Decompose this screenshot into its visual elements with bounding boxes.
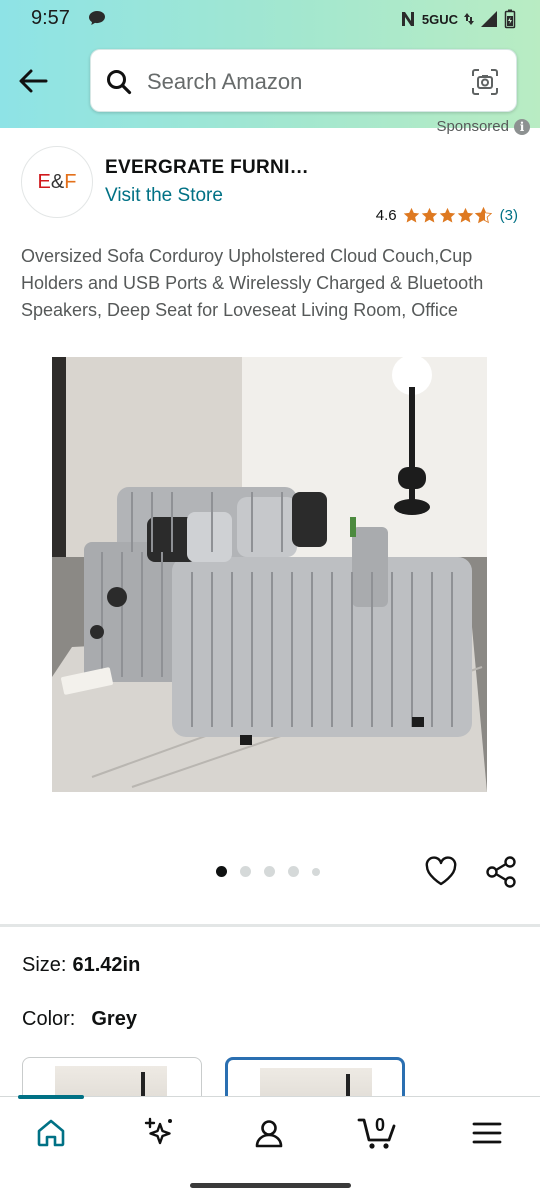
star-icon xyxy=(457,207,473,223)
menu-icon[interactable] xyxy=(472,1120,502,1146)
sponsored-label[interactable]: Sponsored i xyxy=(436,118,530,135)
heart-icon[interactable] xyxy=(424,855,458,889)
nav-rufus[interactable] xyxy=(139,1113,179,1153)
brand-logo[interactable]: E & F xyxy=(21,146,93,218)
product-page: 9:57 5GUC Search Amazon Sponsored i E & F … xyxy=(0,0,540,1204)
nav-home[interactable] xyxy=(31,1113,71,1153)
home-icon[interactable] xyxy=(35,1117,67,1149)
star-rating xyxy=(403,207,492,224)
search-bar[interactable]: Search Amazon xyxy=(90,49,517,112)
star-icon xyxy=(421,207,437,223)
sparkle-icon[interactable] xyxy=(142,1116,176,1150)
size-selection: Size: 61.42in xyxy=(22,954,140,977)
header-area: 9:57 5GUC Search Amazon xyxy=(0,0,540,128)
visit-store-link[interactable]: Visit the Store xyxy=(105,185,223,207)
camera-search-icon[interactable] xyxy=(470,67,500,97)
search-icon[interactable] xyxy=(105,68,133,96)
active-tab-indicator xyxy=(18,1095,84,1099)
nav-menu[interactable] xyxy=(467,1113,507,1153)
status-bar: 9:57 5GUC xyxy=(0,0,540,38)
review-count[interactable]: (3) xyxy=(500,207,518,224)
half-star-icon xyxy=(474,207,492,224)
network-type: 5GUC xyxy=(421,11,458,27)
signal-icon xyxy=(481,11,497,27)
status-time: 9:57 xyxy=(31,7,70,29)
color-value: Grey xyxy=(91,1008,137,1030)
rating-summary[interactable]: 4.6 (3) xyxy=(376,207,518,224)
carousel-dot[interactable] xyxy=(288,866,299,877)
carousel-dot[interactable] xyxy=(312,867,320,876)
color-label: Color: xyxy=(22,1008,76,1030)
carousel-dot[interactable] xyxy=(240,866,251,877)
gesture-bar[interactable] xyxy=(190,1183,351,1188)
section-divider xyxy=(0,924,540,927)
nav-account[interactable] xyxy=(249,1113,289,1153)
brand-name: EVERGRATE FURNI… xyxy=(105,157,309,178)
bottom-navigation xyxy=(0,1095,540,1168)
size-value: 61.42in xyxy=(72,954,141,976)
star-icon xyxy=(439,207,455,223)
share-icon[interactable] xyxy=(484,855,518,889)
sofa-photo xyxy=(52,357,487,792)
battery-icon xyxy=(504,9,516,29)
product-image[interactable] xyxy=(52,357,487,792)
color-selection: Color: Grey xyxy=(22,1008,137,1031)
size-label: Size: xyxy=(22,954,67,976)
product-title: Oversized Sofa Corduroy Upholstered Clou… xyxy=(21,246,484,320)
data-arrows-icon xyxy=(464,13,474,25)
search-input[interactable]: Search Amazon xyxy=(147,69,302,95)
carousel-dot[interactable] xyxy=(264,866,275,877)
nfc-icon xyxy=(401,12,414,26)
carousel-dot[interactable] xyxy=(216,866,227,877)
info-icon[interactable]: i xyxy=(514,118,530,135)
status-icons: 5GUC xyxy=(400,8,516,30)
rating-value: 4.6 xyxy=(375,207,397,224)
star-icon xyxy=(403,207,419,223)
account-icon[interactable] xyxy=(253,1117,285,1149)
back-arrow-icon[interactable] xyxy=(16,64,50,98)
cart-count[interactable]: 0 xyxy=(373,1115,387,1136)
message-notification-icon xyxy=(89,11,105,25)
image-carousel-dots[interactable] xyxy=(216,866,320,877)
